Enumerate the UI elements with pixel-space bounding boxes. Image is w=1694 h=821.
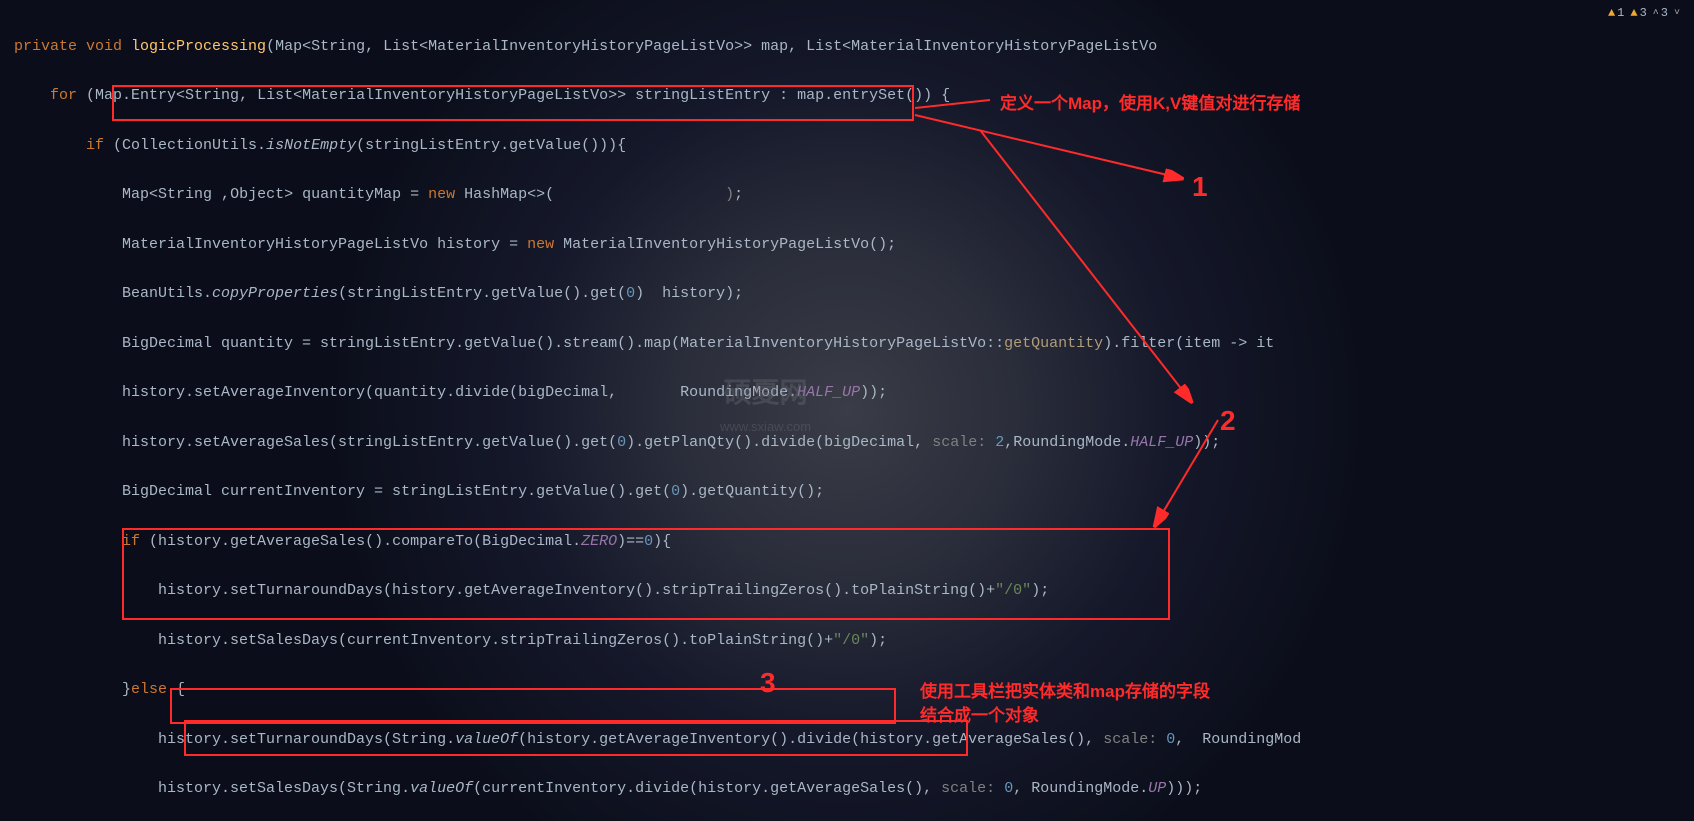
code-line: history.setAverageInventory(quantity.div… (14, 381, 1680, 406)
code-line: BigDecimal quantity = stringListEntry.ge… (14, 332, 1680, 357)
warning-icon: ▲ (1608, 4, 1615, 24)
code-line: private void logicProcessing(Map<String,… (14, 35, 1680, 60)
warning-badge: ˄3 (1653, 4, 1668, 24)
annotation-number-2: 2 (1220, 398, 1236, 444)
warning-badge: ▲1 (1608, 4, 1624, 24)
warning-icon: ▲ (1630, 4, 1637, 24)
inspection-badges[interactable]: ▲1 ▲3 ˄3 ˅ (1608, 4, 1680, 24)
warning-badge: ▲3 (1630, 4, 1646, 24)
annotation-number-3: 3 (760, 660, 776, 706)
caret-down-icon: ˅ (1674, 6, 1680, 23)
code-line: history.setSalesDays(currentInventory.st… (14, 629, 1680, 654)
annotation-text-1: 定义一个Map，使用K,V键值对进行存储 (1000, 90, 1300, 118)
code-line: Map<String ,Object> quantityMap = new Ha… (14, 183, 1680, 208)
annotation-box-3b (184, 720, 968, 756)
code-line: if (CollectionUtils.isNotEmpty(stringLis… (14, 134, 1680, 159)
annotation-box-1 (112, 85, 914, 121)
code-line: BeanUtils.copyProperties(stringListEntry… (14, 282, 1680, 307)
annotation-number-1: 1 (1192, 164, 1208, 210)
caret-up-icon: ˄ (1653, 6, 1659, 23)
code-line: history.setSalesDays(String.valueOf(curr… (14, 777, 1680, 802)
code-line: history.setAverageSales(stringListEntry.… (14, 431, 1680, 456)
watermark: 硕夏网 www.sxiaw.com (720, 370, 811, 438)
code-line: MaterialInventoryHistoryPageListVo histo… (14, 233, 1680, 258)
annotation-box-3a (170, 688, 896, 724)
annotation-text-2b: 结合成一个对象 (920, 702, 1039, 730)
code-line: BigDecimal currentInventory = stringList… (14, 480, 1680, 505)
annotation-box-2 (122, 528, 1170, 620)
